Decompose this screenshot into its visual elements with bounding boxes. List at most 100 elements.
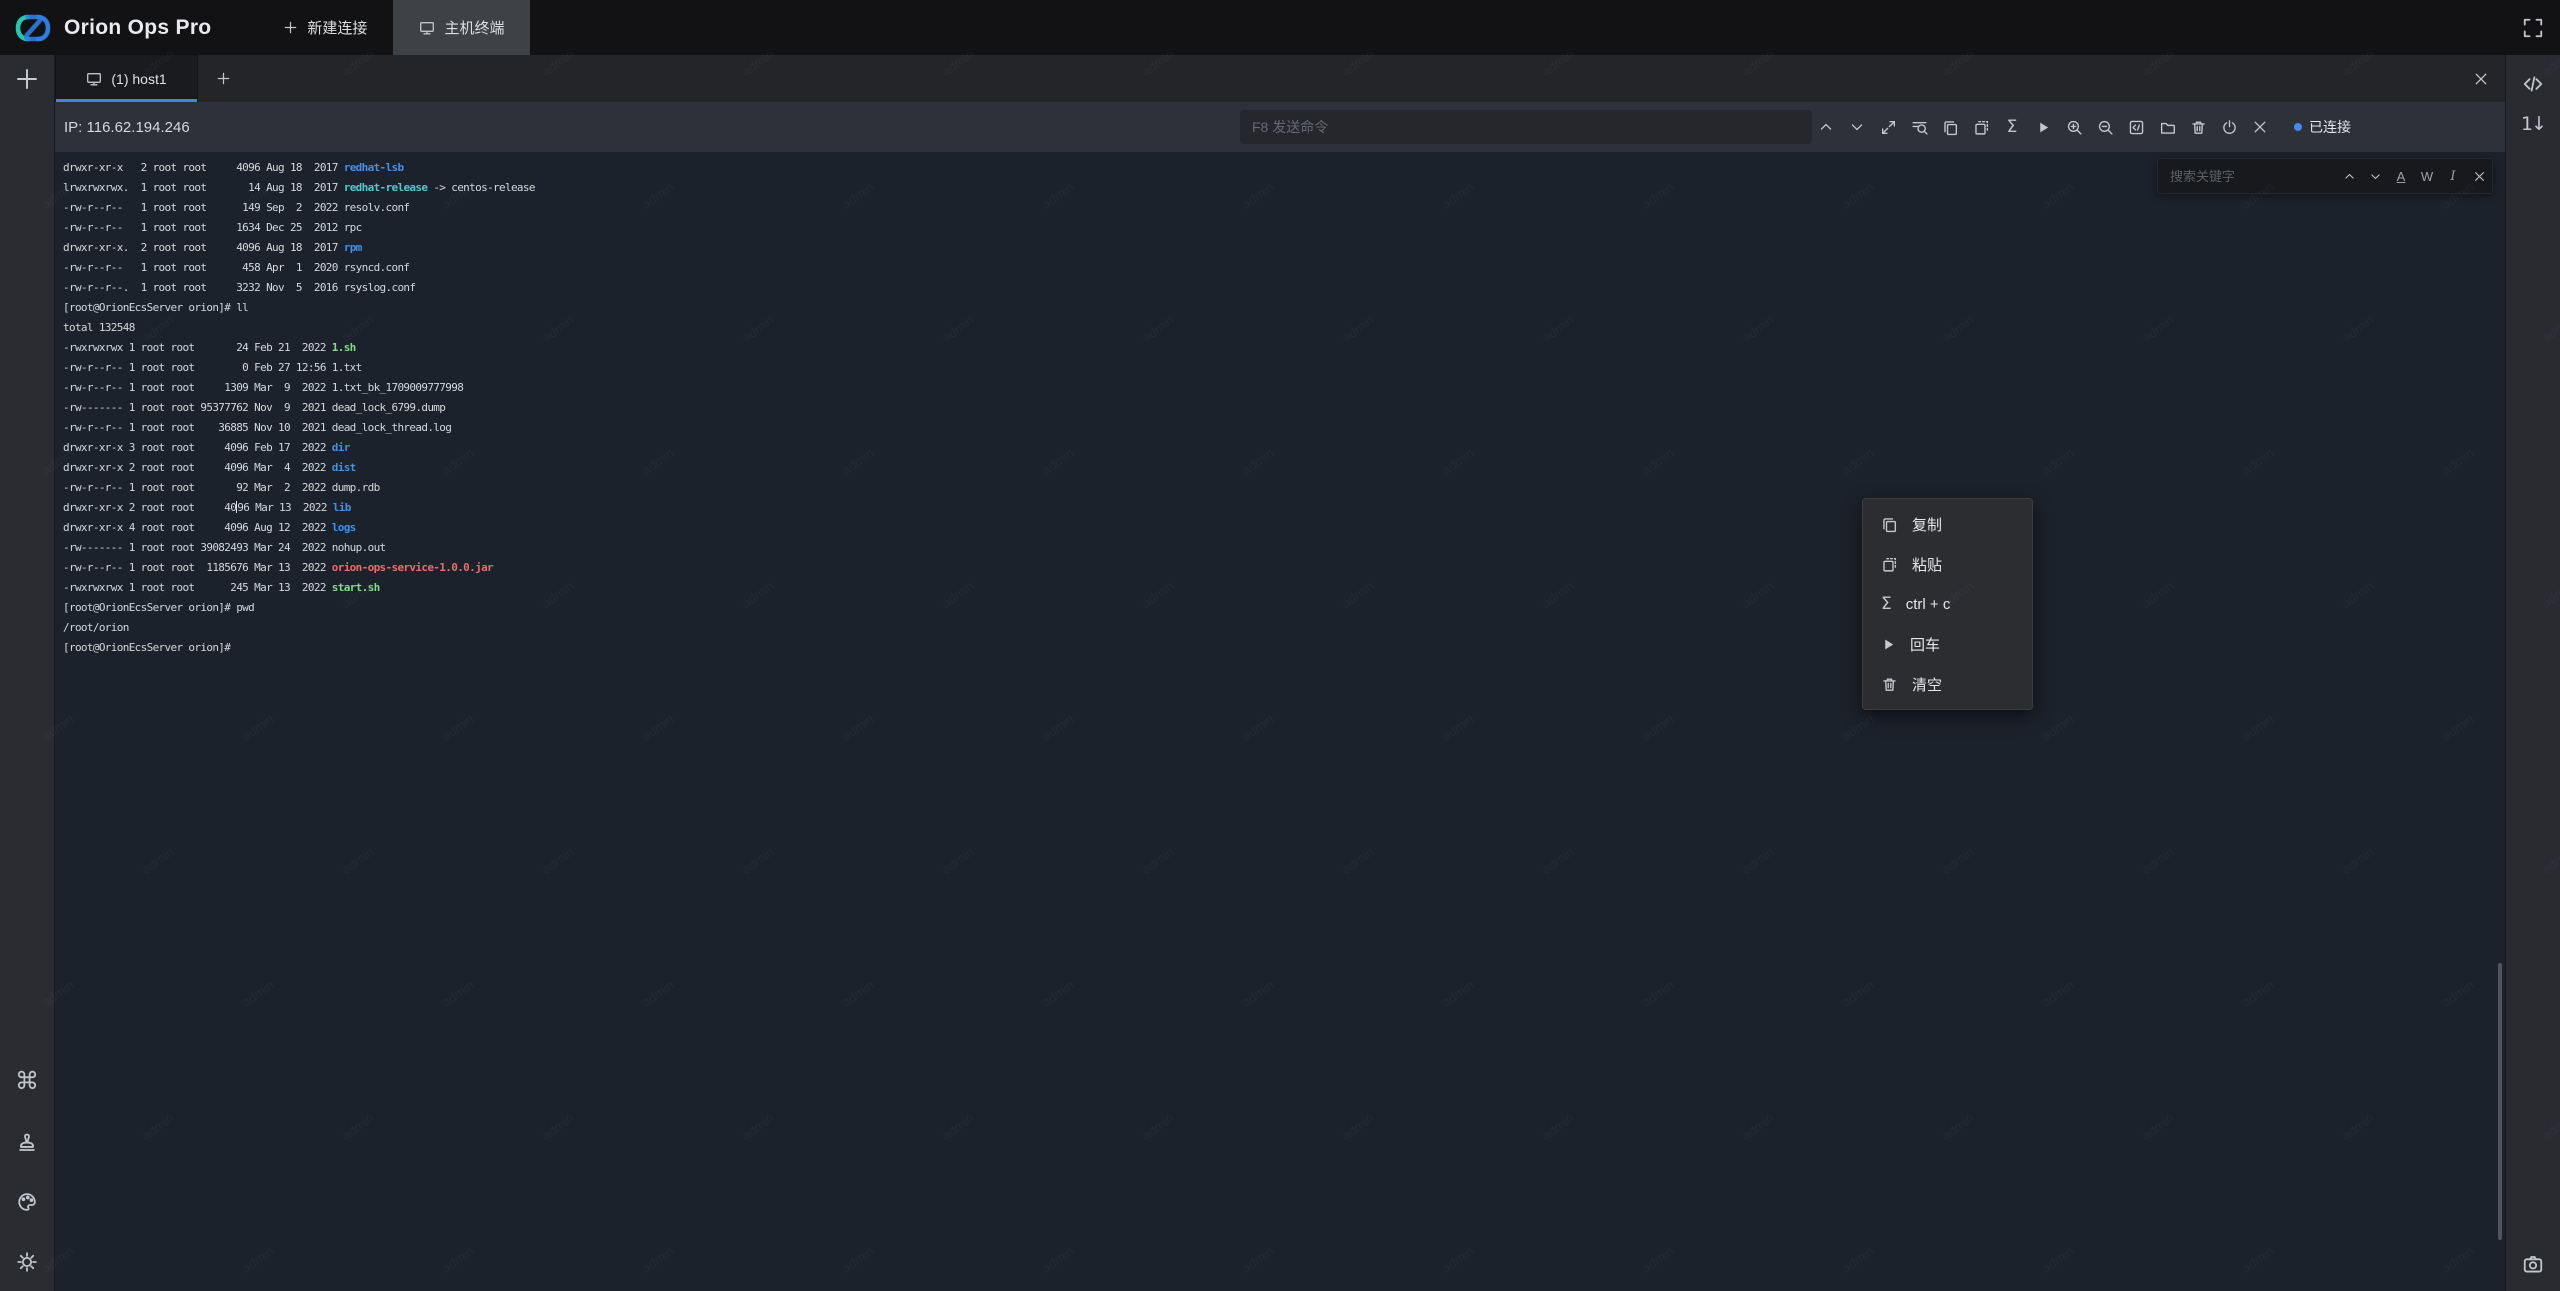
- app-title: Orion Ops Pro: [64, 16, 211, 40]
- close-icon: [2473, 71, 2489, 87]
- terminal-output[interactable]: drwxr-xr-x 2 root root 4096 Aug 18 2017 …: [55, 152, 2505, 1291]
- terminal-line: total 132548: [63, 318, 2497, 338]
- context-enter[interactable]: 回车: [1863, 624, 2032, 664]
- context-menu: 复制 粘贴 Σ ctrl + c 回车 清空: [1862, 498, 2033, 710]
- terminal-line: -rw-r--r-- 1 root root 458 Apr 1 2020 rs…: [63, 258, 2497, 278]
- chevron-down-icon: [1849, 119, 1865, 135]
- terminal-scrollbar-thumb[interactable]: [2498, 963, 2502, 1240]
- play-icon: [1881, 637, 1896, 652]
- plus-icon: [283, 20, 298, 35]
- terminal-line: -rw-r--r-- 1 root root 149 Sep 2 2022 re…: [63, 198, 2497, 218]
- power-icon: [2221, 119, 2238, 136]
- terminal-line: -rw-r--r-- 1 root root 92 Mar 2 2022 dum…: [63, 478, 2497, 498]
- paste-icon: [1973, 119, 1990, 136]
- clear-button[interactable]: [2189, 102, 2207, 152]
- play-icon: [2036, 120, 2051, 135]
- expand-icon: [1880, 119, 1897, 136]
- zoom-in-icon: [2066, 119, 2083, 136]
- close-icon: [2473, 170, 2486, 183]
- sigma-icon: Σ: [2007, 119, 2018, 136]
- context-paste[interactable]: 粘贴: [1863, 544, 2032, 584]
- plus-icon: [216, 71, 231, 86]
- terminal-line: drwxr-xr-x 2 root root 4096 Mar 13 2022 …: [63, 498, 2497, 518]
- whole-word-button[interactable]: W: [2414, 158, 2440, 194]
- context-copy[interactable]: 复制: [1863, 504, 2032, 544]
- code-block-button[interactable]: [2127, 102, 2145, 152]
- tab-host1[interactable]: (1) host1: [55, 55, 198, 102]
- command-shortcuts-icon[interactable]: ⌘: [15, 1069, 39, 1093]
- brand: Orion Ops Pro: [0, 0, 229, 55]
- topbar: Orion Ops Pro 新建连接 主机终端: [0, 0, 2560, 55]
- palette-icon[interactable]: [16, 1191, 38, 1213]
- new-tab-button[interactable]: [198, 55, 249, 102]
- status-dot: [2294, 123, 2302, 131]
- terminal-line: drwxr-xr-x 3 root root 4096 Feb 17 2022 …: [63, 438, 2497, 458]
- enter-button[interactable]: [2034, 102, 2052, 152]
- disconnect-button[interactable]: [2220, 102, 2238, 152]
- context-ctrl-c[interactable]: Σ ctrl + c: [1863, 584, 2032, 624]
- terminal-line: lrwxrwxrwx. 1 root root 14 Aug 18 2017 r…: [63, 178, 2497, 198]
- terminal-line: drwxr-xr-x. 2 root root 4096 Aug 18 2017…: [63, 238, 2497, 258]
- sftp-folder-button[interactable]: [2158, 102, 2176, 152]
- zoom-in-button[interactable]: [2065, 102, 2083, 152]
- search-prev-button[interactable]: [2336, 158, 2362, 194]
- terminal-tabbar: (1) host1: [55, 55, 2505, 102]
- terminal-line: -rw-r--r-- 1 root root 36885 Nov 10 2021…: [63, 418, 2497, 438]
- send-command-input[interactable]: [1240, 110, 1812, 144]
- stamp-icon[interactable]: [16, 1131, 38, 1153]
- folder-icon: [2159, 119, 2176, 136]
- chevron-up-icon: [1818, 119, 1834, 135]
- menu-new-connection[interactable]: 新建连接: [257, 0, 393, 55]
- copy-icon: [1881, 516, 1898, 533]
- terminal-toolbar: IP: 116.62.194.246 Σ 已连接: [55, 102, 2505, 152]
- close-icon: [2252, 119, 2268, 135]
- add-connection-button[interactable]: [15, 67, 39, 91]
- connection-status-badge: 已连接: [2294, 117, 2351, 137]
- search-next-button[interactable]: [2362, 158, 2388, 194]
- close-session-button[interactable]: [2251, 102, 2269, 152]
- terminal-line: -rw-r--r-- 1 root root 1309 Mar 9 2022 1…: [63, 378, 2497, 398]
- search-input[interactable]: [2158, 169, 2336, 184]
- ctrl-c-button[interactable]: Σ: [2003, 102, 2021, 152]
- terminal-line: -rw------- 1 root root 95377762 Nov 9 20…: [63, 398, 2497, 418]
- search-history-icon: [1911, 119, 1928, 136]
- top-menu: 新建连接 主机终端: [257, 0, 530, 55]
- monitor-icon: [419, 20, 435, 36]
- resize-button[interactable]: [1879, 102, 1897, 152]
- orion-logo-icon: [14, 13, 52, 43]
- menu-host-terminal[interactable]: 主机终端: [393, 0, 530, 55]
- terminal-line: -rwxrwxrwx 1 root root 245 Mar 13 2022 s…: [63, 578, 2497, 598]
- monitor-icon: [86, 71, 102, 87]
- chevron-down-icon: [2369, 170, 2382, 183]
- zoom-out-button[interactable]: [2096, 102, 2114, 152]
- paste-icon: [1881, 556, 1898, 573]
- copy-icon: [1942, 119, 1959, 136]
- copy-button[interactable]: [1941, 102, 1959, 152]
- context-clear[interactable]: 清空: [1863, 664, 2032, 704]
- screenshot-camera-icon[interactable]: [2522, 1253, 2544, 1275]
- terminal-line: -rw-r--r-- 1 root root 1634 Dec 25 2012 …: [63, 218, 2497, 238]
- fullscreen-icon[interactable]: [2522, 17, 2544, 39]
- terminal-line: [root@OrionEcsServer orion]# ll: [63, 298, 2497, 318]
- terminal-line: -rwxrwxrwx 1 root root 24 Feb 21 2022 1.…: [63, 338, 2497, 358]
- code-panel-icon[interactable]: [2522, 73, 2544, 95]
- line-arrows-icon[interactable]: 1↓: [2521, 113, 2545, 135]
- left-sidebar: ⌘: [0, 55, 55, 1291]
- match-case-button[interactable]: A: [2388, 158, 2414, 194]
- scroll-up-button[interactable]: [1817, 102, 1835, 152]
- terminal-line: -rw-r--r-- 1 root root 0 Feb 27 12:56 1.…: [63, 358, 2497, 378]
- trash-icon: [2190, 119, 2207, 136]
- command-history-button[interactable]: [1910, 102, 1928, 152]
- terminal-line: drwxr-xr-x 4 root root 4096 Aug 12 2022 …: [63, 518, 2497, 538]
- scroll-down-button[interactable]: [1848, 102, 1866, 152]
- terminal-line: /root/orion: [63, 618, 2497, 638]
- regex-button[interactable]: I: [2440, 158, 2466, 194]
- close-all-tabs-button[interactable]: [2473, 55, 2505, 102]
- paste-button[interactable]: [1972, 102, 1990, 152]
- search-close-button[interactable]: [2466, 158, 2492, 194]
- gear-icon[interactable]: [16, 1251, 38, 1273]
- terminal-line: [root@OrionEcsServer orion]#: [63, 638, 2497, 658]
- sigma-icon: Σ: [1881, 596, 1892, 613]
- terminal-line: -rw-r--r--. 1 root root 3232 Nov 5 2016 …: [63, 278, 2497, 298]
- host-ip-label: IP: 116.62.194.246: [64, 119, 190, 136]
